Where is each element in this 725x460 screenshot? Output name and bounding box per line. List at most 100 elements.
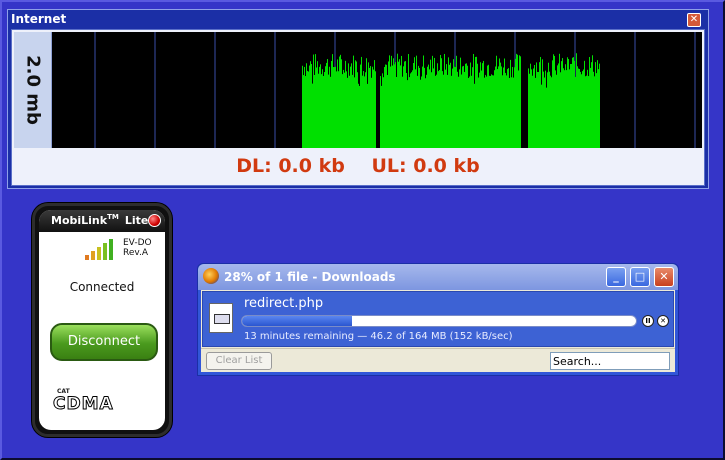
traffic-bar (396, 76, 397, 148)
traffic-bar (422, 66, 423, 148)
signal-strength-icon (85, 238, 119, 260)
traffic-bar (392, 65, 393, 148)
traffic-bar (500, 62, 501, 148)
traffic-bar (433, 68, 434, 148)
traffic-bar (339, 56, 340, 148)
traffic-bar (550, 75, 551, 148)
traffic-bar (582, 71, 583, 148)
traffic-bar (347, 77, 348, 148)
traffic-bar (341, 59, 342, 148)
traffic-bar (363, 71, 364, 148)
traffic-bar (385, 64, 386, 148)
pause-button[interactable]: II (642, 315, 654, 327)
traffic-bar (543, 71, 544, 148)
traffic-bar (308, 71, 309, 148)
file-icon (209, 303, 233, 333)
traffic-bar (567, 57, 568, 148)
maximize-button[interactable]: □ (630, 267, 650, 287)
traffic-bar (483, 60, 484, 148)
traffic-bar (303, 75, 304, 148)
close-dot-icon[interactable] (148, 214, 161, 227)
bandwidth-graph-panel: 2.0 mb DL: 0.0 kb UL: 0.0 kb (11, 29, 705, 186)
traffic-bar (407, 80, 408, 148)
traffic-bar (415, 69, 416, 148)
traffic-bar (594, 76, 595, 148)
cdma-logo: CAT CDMA (53, 388, 153, 415)
downloads-titlebar[interactable]: 28% of 1 file - Downloads _ □ ✕ (198, 264, 678, 290)
traffic-bar (537, 71, 538, 148)
disconnect-button[interactable]: Disconnect (50, 323, 158, 361)
traffic-bar (330, 76, 331, 148)
traffic-bar (439, 69, 440, 148)
traffic-bar (557, 65, 558, 148)
traffic-bar (487, 65, 488, 148)
search-input[interactable] (550, 352, 670, 370)
traffic-bar (435, 75, 436, 148)
cancel-download-button[interactable]: ✕ (657, 315, 669, 327)
traffic-bar (307, 70, 308, 148)
traffic-bar (472, 67, 473, 148)
minimize-button[interactable]: _ (606, 267, 626, 287)
traffic-bar (508, 68, 509, 148)
traffic-bar (576, 53, 577, 148)
traffic-bar (469, 76, 470, 148)
traffic-bar (383, 77, 384, 148)
mobilink-widget: MobiLinkTM Lite EV-DO Rev.A Connected Dis… (32, 203, 172, 437)
traffic-bar (494, 70, 495, 148)
traffic-bar (592, 55, 593, 148)
clear-list-button[interactable]: Clear List (206, 352, 272, 370)
traffic-bar (442, 71, 443, 148)
traffic-bar (569, 69, 570, 148)
traffic-bar (599, 63, 600, 148)
traffic-bar (489, 75, 490, 148)
traffic-bar (417, 75, 418, 148)
traffic-bar (306, 63, 307, 148)
traffic-bar (367, 83, 368, 148)
traffic-bar (345, 60, 346, 148)
traffic-bar (425, 78, 426, 148)
traffic-bar (580, 71, 581, 148)
traffic-bar (380, 76, 381, 148)
traffic-bar (468, 77, 469, 148)
traffic-bar (338, 71, 339, 148)
traffic-bar (477, 63, 478, 148)
traffic-bar (412, 70, 413, 148)
traffic-bar (481, 70, 482, 148)
traffic-bar (453, 59, 454, 148)
traffic-bar (488, 64, 489, 148)
traffic-bar (450, 62, 451, 148)
internet-close-button[interactable]: ✕ (687, 13, 701, 27)
close-button[interactable]: ✕ (654, 267, 674, 287)
traffic-bar (493, 75, 494, 148)
traffic-bar (467, 65, 468, 148)
traffic-bar (561, 61, 562, 148)
traffic-bar (333, 67, 334, 148)
traffic-bar (584, 60, 585, 148)
traffic-bar (445, 69, 446, 148)
traffic-bar (548, 62, 549, 148)
traffic-bar (329, 66, 330, 148)
connection-status: Connected (69, 280, 135, 294)
traffic-bar (313, 54, 314, 148)
traffic-bar (528, 68, 529, 148)
traffic-bar (426, 74, 427, 148)
download-item[interactable]: redirect.php II ✕ 13 minutes remaining —… (202, 291, 674, 347)
traffic-bar (586, 75, 587, 148)
traffic-bar (503, 67, 504, 148)
traffic-bar (540, 56, 541, 148)
traffic-bar (324, 72, 325, 148)
network-type-line2: Rev.A (123, 248, 149, 258)
traffic-bar (427, 66, 428, 148)
traffic-bar (381, 85, 382, 148)
traffic-bar (473, 53, 474, 148)
traffic-bar (541, 84, 542, 148)
traffic-bar (478, 77, 479, 148)
traffic-bar (504, 58, 505, 148)
traffic-bar (326, 62, 327, 148)
traffic-bar (375, 71, 376, 148)
download-progress-bar (241, 315, 637, 327)
traffic-bar (505, 72, 506, 148)
traffic-bar (352, 74, 353, 148)
traffic-bar (344, 72, 345, 148)
traffic-bar (386, 64, 387, 148)
